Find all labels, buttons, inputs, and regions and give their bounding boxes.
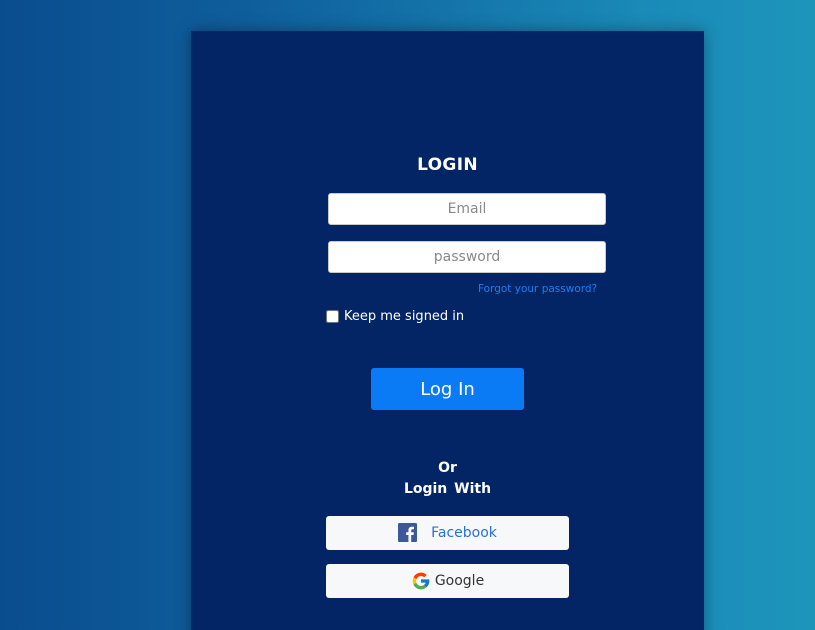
keep-signed-in[interactable]: Keep me signed in xyxy=(326,309,464,324)
password-field[interactable] xyxy=(328,241,606,273)
login-button[interactable]: Log In xyxy=(371,368,524,410)
or-divider-text: Or xyxy=(438,460,457,476)
forgot-password-link[interactable]: Forgot your password? xyxy=(478,283,597,295)
login-title: LOGIN xyxy=(417,155,478,175)
login-card: LOGIN Forgot your password? Keep me sign… xyxy=(191,31,704,630)
facebook-label: Facebook xyxy=(431,525,497,541)
google-icon xyxy=(411,571,431,591)
facebook-login-button[interactable]: Facebook xyxy=(326,516,569,550)
facebook-icon xyxy=(398,523,418,543)
keep-signed-in-label: Keep me signed in xyxy=(344,309,465,324)
google-label: Google xyxy=(434,573,485,589)
google-login-button[interactable]: Google xyxy=(326,564,569,598)
email-field[interactable] xyxy=(328,193,606,225)
keep-signed-in-checkbox[interactable] xyxy=(326,310,339,323)
login-with-text: Login With xyxy=(403,481,492,497)
